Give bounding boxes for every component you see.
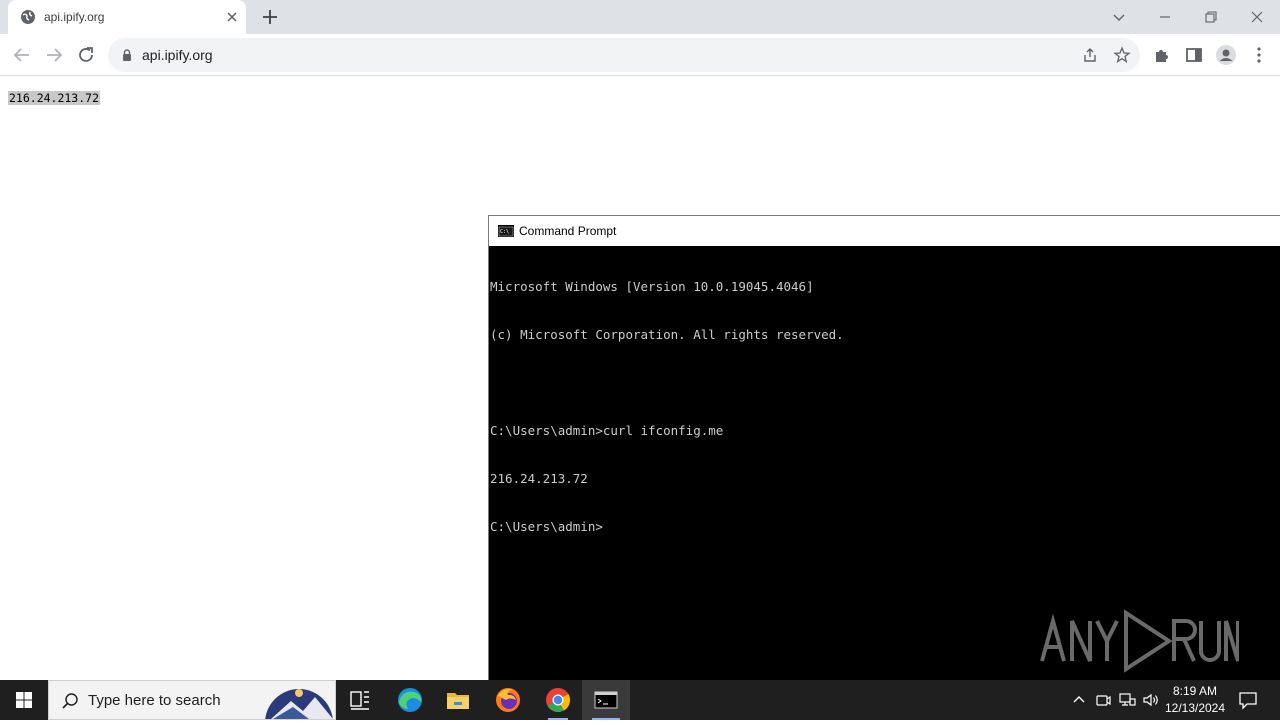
cmd-title: Command Prompt [519, 224, 617, 238]
taskbar: Type here to search 8:19 AM 12/13/2024 [0, 680, 1280, 720]
lock-icon[interactable] [120, 48, 134, 62]
side-panel-icon[interactable] [1183, 44, 1205, 66]
taskbar-command-prompt[interactable] [582, 680, 630, 720]
restore-icon[interactable] [1200, 6, 1222, 28]
browser-toolbar: api.ipify.org [0, 34, 1280, 76]
cmd-line: 216.24.213.72 [490, 471, 588, 486]
new-tab-icon[interactable] [260, 7, 280, 27]
search-highlight-image [265, 689, 333, 719]
cmd-line [490, 375, 1280, 391]
cmd-line: C:\Users\admin>curl ifconfig.me [490, 423, 724, 438]
cmd-line: C:\Users\admin> [490, 519, 603, 534]
forward-arrow-icon[interactable] [43, 44, 65, 66]
tab-title: api.ipify.org [44, 10, 105, 24]
browser-tab[interactable]: api.ipify.org [8, 0, 246, 34]
svg-text:C:\: C:\ [500, 229, 509, 235]
close-tab-icon[interactable] [224, 9, 240, 25]
tab-search-chevron-icon[interactable] [1108, 6, 1130, 28]
volume-icon[interactable] [1141, 690, 1161, 710]
address-url: api.ipify.org [142, 47, 213, 63]
browser-tab-strip: api.ipify.org [0, 0, 1280, 34]
cmd-output[interactable]: Microsoft Windows [Version 10.0.19045.40… [490, 247, 1280, 567]
clock-date: 12/13/2024 [1164, 701, 1226, 715]
file-explorer-icon[interactable] [434, 680, 482, 720]
notification-center-icon[interactable] [1237, 689, 1259, 711]
edge-browser-icon[interactable] [386, 680, 434, 720]
bookmark-star-icon[interactable] [1113, 46, 1131, 64]
extensions-puzzle-icon[interactable] [1151, 44, 1173, 66]
cmd-taskbar-icon [594, 691, 618, 709]
back-arrow-icon[interactable] [11, 44, 33, 66]
profile-avatar-icon[interactable] [1215, 44, 1237, 66]
close-window-icon[interactable] [1246, 6, 1268, 28]
search-icon [62, 693, 78, 709]
taskbar-search-box[interactable]: Type here to search [48, 680, 336, 720]
cmd-title-bar[interactable]: C:\ Command Prompt [489, 216, 1280, 246]
minimize-icon[interactable] [1154, 6, 1176, 28]
clock-time: 8:19 AM [1172, 684, 1218, 698]
windows-start-icon[interactable] [0, 680, 48, 720]
menu-kebab-icon[interactable] [1248, 44, 1270, 66]
show-hidden-icons-chevron-icon[interactable] [1069, 690, 1089, 710]
reload-icon[interactable] [75, 44, 97, 66]
cmd-window-icon: C:\ [498, 225, 514, 237]
task-view-icon[interactable] [336, 680, 384, 720]
ip-address-text: 216.24.213.72 [8, 91, 101, 105]
firefox-icon[interactable] [484, 680, 532, 720]
address-bar[interactable]: api.ipify.org [108, 38, 1140, 72]
cmd-line: Microsoft Windows [Version 10.0.19045.40… [490, 279, 814, 294]
anyrun-watermark-logo [1040, 609, 1239, 673]
share-icon[interactable] [1081, 46, 1099, 64]
command-prompt-window[interactable]: C:\ Command Prompt Microsoft Windows [Ve… [488, 215, 1280, 680]
globe-icon [21, 10, 35, 24]
network-icon[interactable] [1117, 690, 1137, 710]
chrome-icon[interactable] [534, 680, 582, 720]
cmd-line: (c) Microsoft Corporation. All rights re… [490, 327, 844, 342]
taskbar-clock[interactable]: 8:19 AM 12/13/2024 [1160, 683, 1230, 717]
meet-now-icon[interactable] [1093, 690, 1113, 710]
search-placeholder: Type here to search [88, 692, 221, 709]
